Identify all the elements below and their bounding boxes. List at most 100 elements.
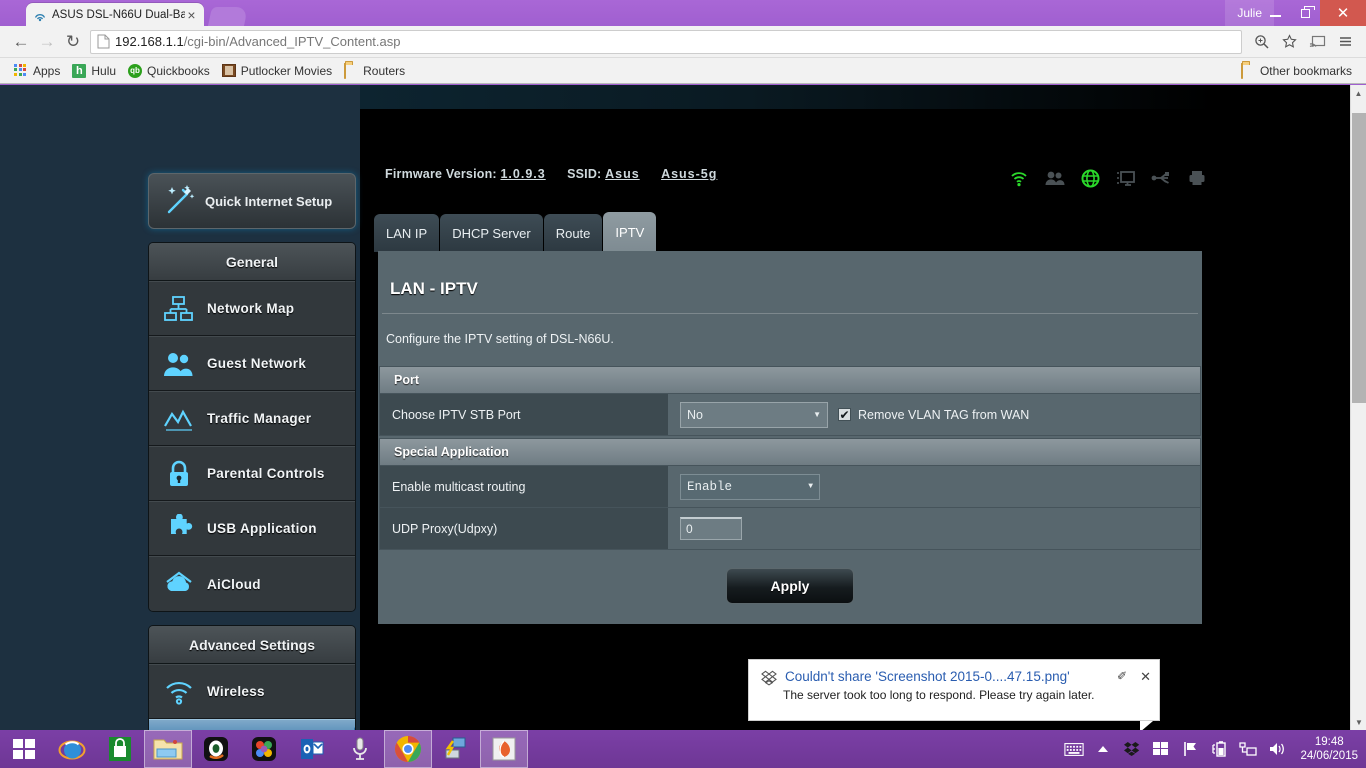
reload-button[interactable]: ↻ <box>60 29 86 55</box>
page-scrollbar[interactable]: ▲ ▼ <box>1350 85 1366 730</box>
forward-button[interactable]: → <box>34 29 60 55</box>
select-value: No <box>687 408 703 422</box>
monitor-status-icon[interactable] <box>1115 167 1137 189</box>
internet-globe-status-icon[interactable] <box>1080 167 1102 189</box>
windows-taskbar: 19:48 24/06/2015 <box>0 730 1366 768</box>
sidebar-item-wireless[interactable]: Wireless <box>149 664 355 719</box>
clock-date: 24/06/2015 <box>1300 749 1358 763</box>
close-button[interactable]: ✕ <box>1320 0 1366 26</box>
camera-app-icon[interactable] <box>192 730 240 768</box>
port-section: Port Choose IPTV STB Port No ▼ ✔ <box>379 366 1201 436</box>
firmware-version[interactable]: 1.0.9.3 <box>500 167 545 181</box>
port-section-heading: Port <box>380 367 1200 393</box>
puzzle-app-icon[interactable] <box>240 730 288 768</box>
cloud-home-icon <box>161 566 197 602</box>
bookmark-apps[interactable]: Apps <box>8 61 66 81</box>
bookmarks-bar: Apps h Hulu qb Quickbooks Putlocker Movi… <box>0 58 1366 84</box>
tab-iptv[interactable]: IPTV <box>603 212 656 252</box>
new-tab-button[interactable] <box>208 7 248 26</box>
bookmark-star-icon[interactable] <box>1276 29 1302 55</box>
bookmark-quickbooks[interactable]: qb Quickbooks <box>122 61 216 81</box>
start-button[interactable] <box>0 730 48 768</box>
tab-route[interactable]: Route <box>544 214 603 252</box>
tab-label: DHCP Server <box>452 226 531 241</box>
quick-internet-setup-button[interactable]: Quick Internet Setup <box>148 173 356 229</box>
windows-store-icon[interactable] <box>96 730 144 768</box>
iptv-stb-port-select[interactable]: No ▼ <box>680 402 828 428</box>
notification-close-icon[interactable]: ✕ <box>1140 669 1151 685</box>
browser-title-bar: ASUS DSL-N66U Dual-Ban × Julie ✕ <box>0 0 1366 26</box>
advanced-settings-heading: Advanced Settings <box>149 626 355 664</box>
guest-network-icon <box>161 346 197 382</box>
network-tool-icon[interactable] <box>432 730 480 768</box>
bookmark-putlocker-movies[interactable]: Putlocker Movies <box>216 61 338 81</box>
scrollbar-thumb[interactable] <box>1352 113 1366 403</box>
internet-explorer-icon[interactable] <box>48 730 96 768</box>
iptv-stb-port-label: Choose IPTV STB Port <box>380 394 668 435</box>
lock-icon <box>161 456 197 492</box>
notification-action-icon[interactable]: ✐ <box>1117 669 1127 683</box>
show-hidden-icons-chevron[interactable] <box>1093 739 1113 759</box>
sidebar-item-aicloud[interactable]: AiCloud <box>149 556 355 611</box>
dropbox-notification[interactable]: Couldn't share 'Screenshot 2015-0....47.… <box>748 659 1160 721</box>
wifi-status-icon[interactable] <box>1008 167 1030 189</box>
udp-proxy-controls: 0 <box>668 508 1200 549</box>
profile-name: Julie <box>1237 6 1262 20</box>
back-button[interactable]: ← <box>8 29 34 55</box>
reload-icon: ↻ <box>66 32 80 52</box>
firmware-ssid-line: Firmware Version: 1.0.9.3 SSID: Asus Asu… <box>385 167 717 181</box>
address-bar[interactable]: 192.168.1.1/cgi-bin/Advanced_IPTV_Conten… <box>90 30 1242 54</box>
remove-vlan-tag-checkbox[interactable]: ✔ <box>838 408 851 421</box>
multicast-routing-select[interactable]: Enable ▼ <box>680 474 820 500</box>
sidebar-item-usb-application[interactable]: USB Application <box>149 501 355 556</box>
ssid-5ghz[interactable]: Asus-5g <box>661 167 717 181</box>
maximize-button[interactable] <box>1290 0 1320 26</box>
udp-proxy-label: UDP Proxy(Udpxy) <box>380 508 668 549</box>
quickbooks-icon: qb <box>128 64 142 78</box>
cast-icon[interactable] <box>1304 29 1330 55</box>
outlook-icon[interactable] <box>288 730 336 768</box>
touch-keyboard-icon[interactable] <box>1064 739 1084 759</box>
url-host: 192.168.1.1 <box>115 34 184 49</box>
zoom-icon[interactable] <box>1248 29 1274 55</box>
dropbox-tray-icon[interactable] <box>1122 739 1142 759</box>
scroll-down-arrow[interactable]: ▼ <box>1351 714 1366 730</box>
other-bookmarks-folder[interactable]: Other bookmarks <box>1235 61 1358 81</box>
file-explorer-icon[interactable] <box>144 730 192 768</box>
bookmark-hulu[interactable]: h Hulu <box>66 61 122 81</box>
minimize-button[interactable] <box>1260 0 1290 26</box>
remove-vlan-tag-checkbox-wrap[interactable]: ✔ Remove VLAN TAG from WAN <box>838 408 1029 422</box>
sidebar-item-parental-controls[interactable]: Parental Controls <box>149 446 355 501</box>
ssid-24ghz[interactable]: Asus <box>605 167 640 181</box>
content-tabs: LAN IP DHCP Server Route IPTV <box>374 212 656 252</box>
microphone-icon[interactable] <box>336 730 384 768</box>
chrome-menu-icon[interactable] <box>1332 29 1358 55</box>
sidebar-item-label: Wireless <box>207 684 265 699</box>
usb-status-icon[interactable] <box>1151 167 1173 189</box>
volume-icon[interactable] <box>1267 739 1287 759</box>
guest-network-status-icon[interactable] <box>1044 167 1066 189</box>
bookmark-label: Routers <box>363 64 405 78</box>
network-icon[interactable] <box>1238 739 1258 759</box>
tab-lan-ip[interactable]: LAN IP <box>374 214 439 252</box>
sidebar-item-traffic-manager[interactable]: Traffic Manager <box>149 391 355 446</box>
sidebar-item-network-map[interactable]: Network Map <box>149 281 355 336</box>
chevron-down-icon: ▼ <box>808 482 813 491</box>
printer-status-icon[interactable] <box>1187 167 1209 189</box>
apply-button[interactable]: Apply <box>726 568 854 604</box>
sidebar-item-lan[interactable]: LAN <box>149 719 355 730</box>
tab-dhcp-server[interactable]: DHCP Server <box>440 214 543 252</box>
taskbar-clock[interactable]: 19:48 24/06/2015 <box>1296 735 1358 763</box>
sidebar-item-guest-network[interactable]: Guest Network <box>149 336 355 391</box>
battery-icon[interactable] <box>1209 739 1229 759</box>
action-flag-icon[interactable] <box>1180 739 1200 759</box>
windows-tray-icon[interactable] <box>1151 739 1171 759</box>
notification-title[interactable]: Couldn't share 'Screenshot 2015-0....47.… <box>785 669 1106 684</box>
tab-close-icon[interactable]: × <box>185 9 198 21</box>
browser-tab[interactable]: ASUS DSL-N66U Dual-Ban × <box>26 3 204 26</box>
office-app-icon[interactable] <box>480 730 528 768</box>
bookmark-routers-folder[interactable]: Routers <box>338 61 411 81</box>
google-chrome-icon[interactable] <box>384 730 432 768</box>
udp-proxy-input[interactable]: 0 <box>680 517 742 540</box>
scroll-up-arrow[interactable]: ▲ <box>1351 85 1366 101</box>
